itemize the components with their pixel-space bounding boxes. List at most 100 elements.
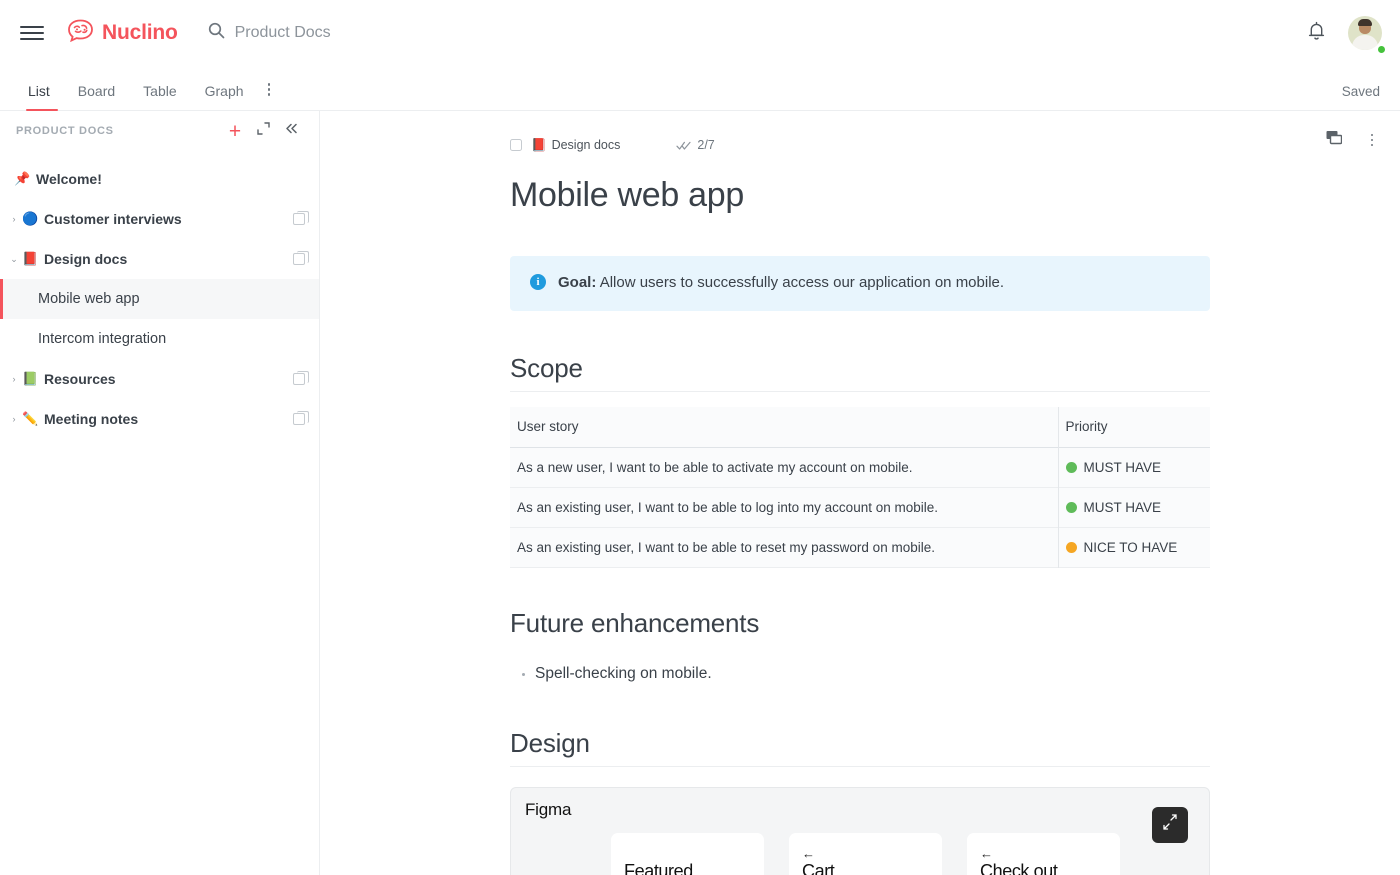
- sidebar-item-label: Welcome!: [36, 171, 102, 187]
- priority-label: NICE TO HAVE: [1084, 540, 1178, 555]
- duplicate-icon[interactable]: [293, 373, 305, 385]
- tab-graph[interactable]: Graph: [191, 83, 258, 110]
- breadcrumb-parent[interactable]: 📕 Design docs: [531, 138, 620, 153]
- search-input[interactable]: Product Docs: [208, 22, 1307, 44]
- back-arrow-icon[interactable]: ←: [802, 846, 815, 861]
- cell-priority[interactable]: MUST HAVE: [1058, 488, 1210, 528]
- sidebar-item-intercom-integration[interactable]: Intercom integration: [0, 319, 319, 359]
- list-item[interactable]: Spell-checking on mobile.: [535, 662, 1210, 685]
- more-vertical-icon[interactable]: [258, 83, 281, 110]
- comments-button[interactable]: [1320, 126, 1348, 154]
- table-row[interactable]: As an existing user, I want to be able t…: [510, 528, 1210, 568]
- back-arrow-icon[interactable]: ←: [980, 846, 993, 861]
- hamburger-icon[interactable]: [20, 21, 44, 45]
- pin-icon: 📌: [14, 171, 30, 187]
- sidebar-item-customer-interviews[interactable]: › 🔵 Customer interviews: [0, 199, 319, 239]
- blue-circle-icon: 🔵: [22, 211, 38, 227]
- sidebar-item-meeting-notes[interactable]: › ✏️ Meeting notes: [0, 399, 319, 439]
- status-badge: [1377, 45, 1386, 54]
- avatar[interactable]: [1348, 16, 1382, 50]
- chevrons-left-icon: [284, 122, 299, 140]
- section-heading-future-enhancements[interactable]: Future enhancements: [510, 608, 1210, 646]
- avatar-body: [1352, 35, 1378, 50]
- goal-callout-text: Goal: Allow users to successfully access…: [558, 273, 1004, 293]
- column-header-priority[interactable]: Priority: [1058, 407, 1210, 448]
- table-row[interactable]: As a new user, I want to be able to acti…: [510, 448, 1210, 488]
- figma-frame-cart[interactable]: ← Cart 3 items Select All Delete Selecte…: [789, 833, 942, 875]
- priority-badge: NICE TO HAVE: [1066, 540, 1211, 555]
- bell-icon[interactable]: [1307, 21, 1326, 46]
- doc-checkbox[interactable]: [510, 139, 522, 151]
- sidebar: PRODUCT DOCS + 📌 Welcome: [0, 111, 320, 875]
- priority-dot-green: [1066, 502, 1077, 513]
- cell-user-story[interactable]: As a new user, I want to be able to acti…: [510, 448, 1058, 488]
- embed-expand-button[interactable]: [1152, 807, 1188, 843]
- sidebar-item-label: Resources: [44, 371, 116, 387]
- duplicate-icon[interactable]: [293, 213, 305, 225]
- brand-name: Nuclino: [102, 21, 178, 45]
- figma-frame-checkout[interactable]: ← Check out: [967, 833, 1120, 875]
- sidebar-item-label: Mobile web app: [38, 291, 140, 307]
- tab-list[interactable]: List: [24, 83, 64, 110]
- top-bar: Nuclino Product Docs: [0, 0, 1400, 66]
- sidebar-item-resources[interactable]: › 📗 Resources: [0, 359, 319, 399]
- search-icon: [208, 22, 225, 44]
- save-status: Saved: [1342, 84, 1380, 110]
- chevron-right-icon[interactable]: ›: [6, 374, 22, 384]
- duplicate-icon[interactable]: [293, 253, 305, 265]
- goal-text: Allow users to successfully access our a…: [600, 274, 1004, 291]
- more-vertical-icon: [1371, 134, 1374, 147]
- collapse-sidebar-button[interactable]: [277, 117, 305, 145]
- sidebar-item-label: Meeting notes: [44, 411, 138, 427]
- section-heading-scope[interactable]: Scope: [510, 353, 1210, 392]
- comment-icon: [1326, 130, 1342, 150]
- frame-title: Check out: [980, 861, 1057, 875]
- document-body: 📕 Design docs 2/7 Mobile web app i Goal:: [510, 111, 1210, 875]
- page-title[interactable]: Mobile web app: [510, 176, 1210, 215]
- sidebar-item-label: Intercom integration: [38, 331, 166, 347]
- cell-priority[interactable]: NICE TO HAVE: [1058, 528, 1210, 568]
- figma-embed[interactable]: Figma Featured 18 items listed So: [510, 787, 1210, 875]
- double-check-icon: [676, 140, 691, 151]
- brain-bubble-logo-icon: [66, 19, 96, 47]
- task-progress-label: 2/7: [697, 138, 714, 152]
- sidebar-item-mobile-web-app[interactable]: Mobile web app: [0, 279, 319, 319]
- doc-menu-button[interactable]: [1358, 126, 1386, 154]
- cell-user-story[interactable]: As an existing user, I want to be able t…: [510, 528, 1058, 568]
- add-item-button[interactable]: +: [221, 117, 249, 145]
- frame-title: Featured: [624, 861, 693, 875]
- embed-label: Figma: [525, 800, 571, 820]
- priority-badge: MUST HAVE: [1066, 460, 1211, 475]
- breadcrumb-parent-label: Design docs: [552, 138, 621, 152]
- scope-table: User story Priority As a new user, I wan…: [510, 407, 1210, 568]
- section-heading-design[interactable]: Design: [510, 728, 1210, 767]
- search-value: Product Docs: [235, 24, 331, 42]
- document-toolbar: [1320, 126, 1386, 154]
- priority-badge: MUST HAVE: [1066, 500, 1211, 515]
- sidebar-item-welcome[interactable]: 📌 Welcome!: [0, 159, 319, 199]
- table-row[interactable]: As an existing user, I want to be able t…: [510, 488, 1210, 528]
- cell-priority[interactable]: MUST HAVE: [1058, 448, 1210, 488]
- priority-dot-green: [1066, 462, 1077, 473]
- sidebar-item-design-docs[interactable]: ⌄ 📕 Design docs: [0, 239, 319, 279]
- column-header-user-story[interactable]: User story: [510, 407, 1058, 448]
- priority-dot-orange: [1066, 542, 1077, 553]
- cell-user-story[interactable]: As an existing user, I want to be able t…: [510, 488, 1058, 528]
- tab-board[interactable]: Board: [64, 83, 129, 110]
- chevron-down-icon[interactable]: ⌄: [6, 254, 22, 265]
- priority-label: MUST HAVE: [1084, 460, 1162, 475]
- task-progress: 2/7: [676, 138, 714, 152]
- duplicate-icon[interactable]: [293, 413, 305, 425]
- figma-frame-featured[interactable]: Featured 18 items listed Sort Filter: [611, 833, 764, 875]
- avatar-hair: [1358, 19, 1372, 26]
- expand-diagonal-icon: [1161, 813, 1179, 836]
- expand-all-button[interactable]: [249, 117, 277, 145]
- brand-logo[interactable]: Nuclino: [66, 19, 178, 47]
- chevron-right-icon[interactable]: ›: [6, 214, 22, 224]
- chevron-right-icon[interactable]: ›: [6, 414, 22, 424]
- plus-icon: +: [229, 121, 241, 142]
- breadcrumb: 📕 Design docs 2/7: [510, 134, 1210, 156]
- goal-callout: i Goal: Allow users to successfully acce…: [510, 256, 1210, 311]
- view-tabs: List Board Table Graph: [24, 83, 280, 110]
- tab-table[interactable]: Table: [129, 83, 190, 110]
